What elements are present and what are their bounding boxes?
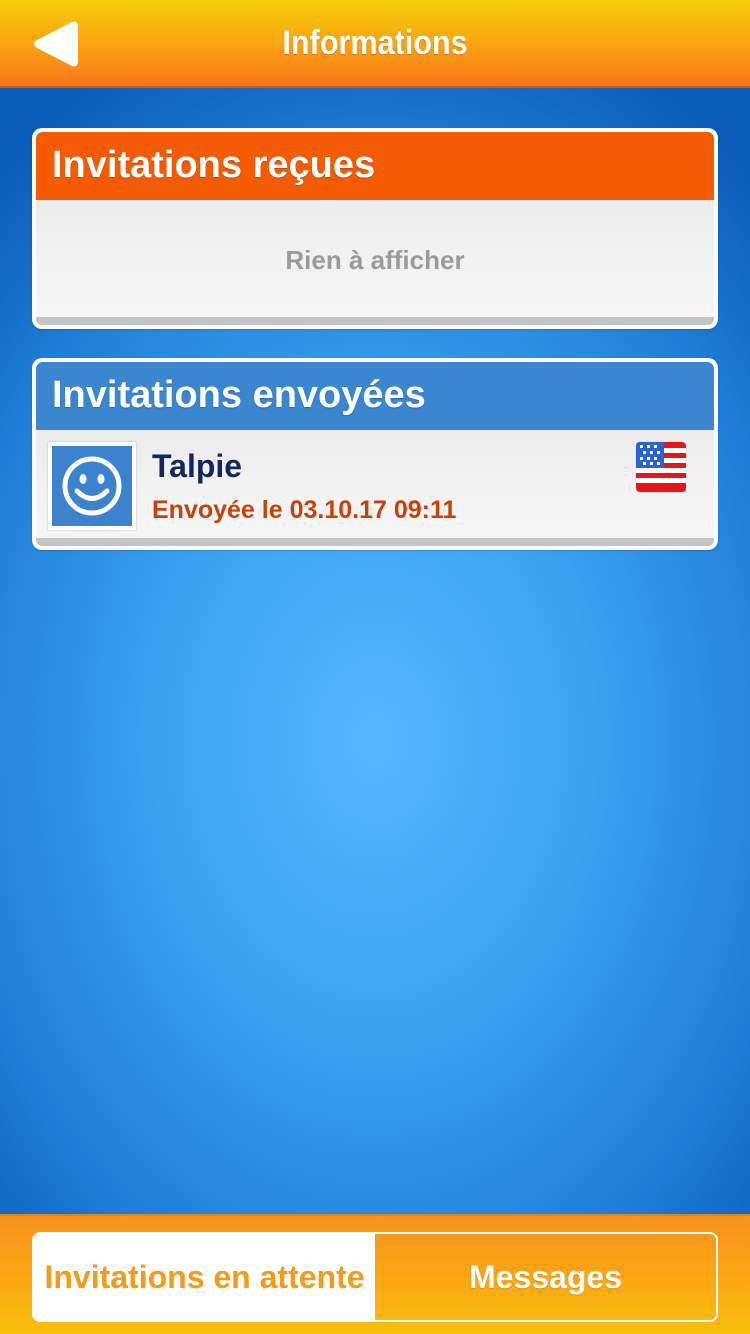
tab-pending-invitations[interactable]: Invitations en attente: [34, 1234, 375, 1320]
sent-invitations-body: Talpie Envoyée le 03.10.17 09:11: [36, 430, 714, 546]
bottom-bar: Invitations en attente Messages: [0, 1214, 750, 1334]
usa-flag-icon: [636, 442, 686, 492]
received-invitations-body: Rien à afficher: [36, 200, 714, 325]
sent-invitation-row[interactable]: Talpie Envoyée le 03.10.17 09:11: [36, 430, 714, 538]
sent-invitations-title: Invitations envoyées: [36, 362, 714, 430]
avatar: [48, 442, 136, 530]
player-name: Talpie: [152, 448, 243, 484]
top-bar: Informations: [0, 0, 750, 88]
page-title: Informations: [282, 24, 468, 62]
tab-messages[interactable]: Messages: [375, 1234, 716, 1320]
smiley-avatar-icon: [52, 446, 132, 526]
received-invitations-panel: Invitations reçues Rien à afficher: [32, 128, 718, 329]
received-invitations-title: Invitations reçues: [36, 132, 714, 200]
sent-invitations-panel: Invitations envoyées Talpie Envoyée le 0…: [32, 358, 718, 550]
sent-date: Envoyée le 03.10.17 09:11: [152, 496, 457, 524]
empty-message: Rien à afficher: [285, 245, 465, 275]
segmented-control: Invitations en attente Messages: [32, 1232, 718, 1322]
